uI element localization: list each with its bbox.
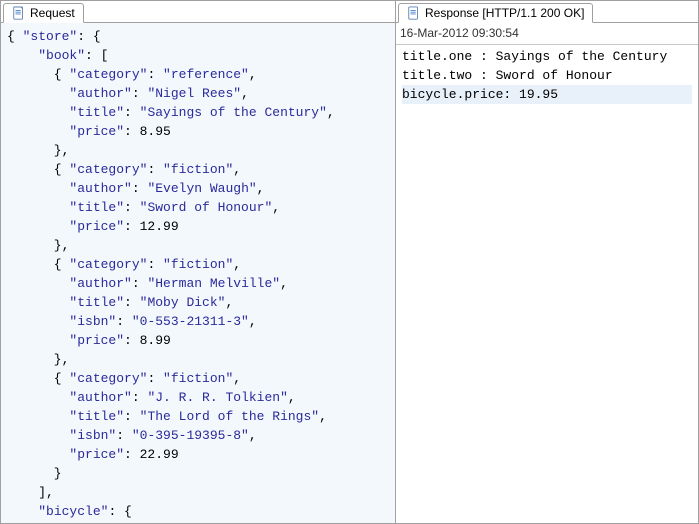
request-panel: Request { "store": { "book": [ { "catego…: [0, 0, 395, 524]
request-tab-label: Request: [30, 6, 75, 20]
document-icon: [407, 6, 421, 20]
response-tab-label: Response [HTTP/1.1 200 OK]: [425, 6, 584, 20]
response-timestamp: 16-Mar-2012 09:30:54: [396, 23, 698, 45]
request-json: { "store": { "book": [ { "category": "re…: [7, 27, 389, 523]
response-content[interactable]: 16-Mar-2012 09:30:54 title.one : Sayings…: [396, 23, 698, 523]
response-lines: title.one : Sayings of the Century title…: [396, 45, 698, 106]
response-line: title.one : Sayings of the Century: [402, 47, 692, 66]
request-content[interactable]: { "store": { "book": [ { "category": "re…: [1, 23, 395, 523]
response-line: title.two : Sword of Honour: [402, 66, 692, 85]
response-line: bicycle.price: 19.95: [402, 85, 692, 104]
response-tab[interactable]: Response [HTTP/1.1 200 OK]: [398, 3, 593, 23]
document-icon: [12, 6, 26, 20]
request-tab[interactable]: Request: [3, 3, 84, 23]
response-panel: Response [HTTP/1.1 200 OK] 16-Mar-2012 0…: [395, 0, 699, 524]
response-tab-bar: Response [HTTP/1.1 200 OK]: [396, 1, 698, 23]
request-tab-bar: Request: [1, 1, 395, 23]
